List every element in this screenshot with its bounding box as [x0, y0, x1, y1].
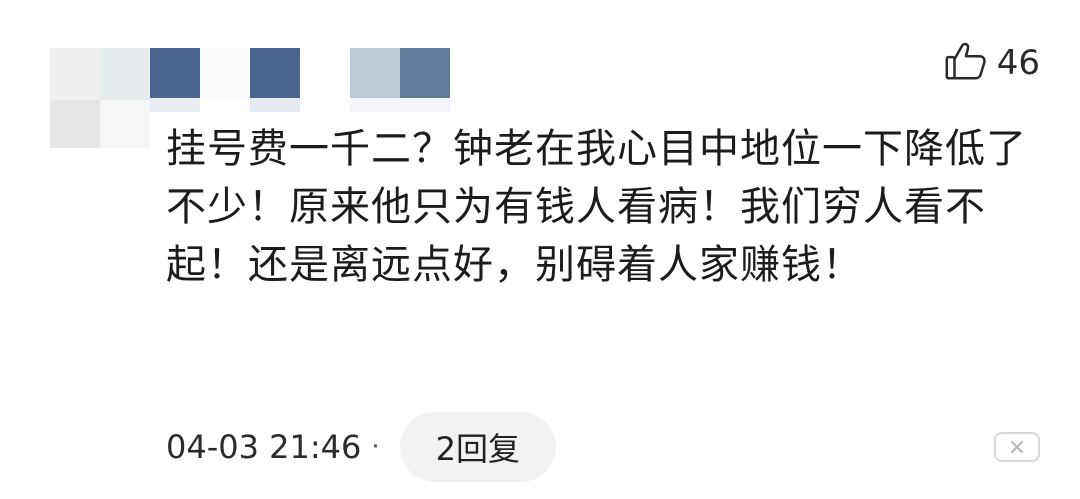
username-pixel	[250, 98, 300, 112]
separator-dot: ·	[371, 432, 380, 462]
thumbs-up-icon	[943, 38, 989, 88]
avatar-pixel	[50, 48, 100, 100]
avatar-pixel	[100, 100, 150, 148]
like-button[interactable]: 46	[943, 38, 1040, 88]
comment-text: 挂号费一千二？钟老在我心目中地位一下降低了不少！原来他只为有钱人看病！我们穷人看…	[166, 126, 1027, 288]
avatar-pixel	[100, 48, 150, 100]
username-pixel	[400, 48, 450, 98]
like-count: 46	[996, 43, 1040, 83]
reply-button[interactable]: 2回复	[399, 412, 557, 482]
reply-label: 2回复	[435, 430, 521, 468]
username-pixel	[350, 98, 450, 112]
comment-meta: 04-03 21:46 · 2回复	[166, 412, 557, 482]
timestamp: 04-03 21:46	[166, 428, 362, 466]
username-pixel	[350, 48, 400, 98]
username-pixel	[250, 48, 300, 98]
avatar-pixel	[50, 100, 100, 148]
dismiss-button[interactable]: ×	[994, 432, 1040, 462]
close-icon: ×	[1007, 434, 1027, 460]
username-pixel	[150, 98, 200, 112]
username-pixel	[150, 48, 200, 98]
username-pixel	[200, 48, 250, 98]
